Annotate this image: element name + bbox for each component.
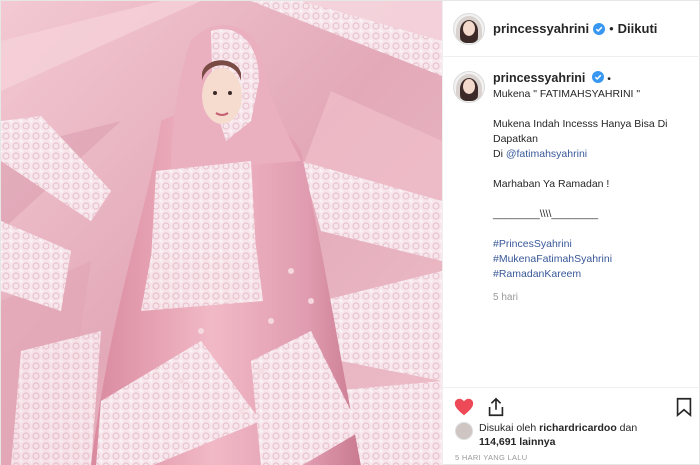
likes-summary: Disukai oleh richardricardoo dan 114,691… xyxy=(455,421,695,449)
caption-line: Mukena Indah Incesss Hanya Bisa Di xyxy=(493,118,668,130)
photo-illustration xyxy=(1,1,442,465)
likes-count[interactable]: 114,691 lainnya xyxy=(479,436,555,448)
caption-line-mention: Di @fatimahsyahrini xyxy=(493,147,693,162)
mention-link[interactable]: @fatimahsyahrini xyxy=(506,148,587,160)
likes-text: Disukai oleh richardricardoo dan 114,691… xyxy=(479,421,695,449)
author-avatar[interactable] xyxy=(453,12,485,45)
caption-time[interactable]: 5 hari xyxy=(493,290,693,305)
caption-di: Di xyxy=(493,148,503,160)
caption-line: Marhaban Ya Ramadan ! xyxy=(493,178,610,190)
post-timestamp[interactable]: 5 HARI YANG LALU xyxy=(455,453,527,462)
header-separator: • xyxy=(609,21,614,36)
share-icon[interactable] xyxy=(485,396,507,418)
caption-line: Dapatkan xyxy=(493,133,538,145)
caption-line: Mukena " FATIMAHSYAHRINI " xyxy=(493,88,641,100)
likes-conj: dan xyxy=(619,422,638,434)
caption: princessyahrini • Mukena " FATIMAHSYAHRI… xyxy=(453,71,693,305)
post-photo[interactable] xyxy=(1,1,442,465)
liker-username[interactable]: richardricardoo xyxy=(539,422,617,434)
post-header: princessyahrini • Diikuti xyxy=(443,1,700,57)
hashtag-link[interactable]: #MukenaFatimahSyahrini xyxy=(493,252,693,267)
caption-username[interactable]: princessyahrini xyxy=(493,71,585,85)
bookmark-icon[interactable] xyxy=(673,396,695,418)
verified-badge-icon xyxy=(593,22,606,35)
post-sidebar: princessyahrini • Diikuti princessyahrin… xyxy=(442,1,700,465)
caption-avatar[interactable] xyxy=(453,71,485,103)
hashtag-link[interactable]: #RamadanKareem xyxy=(493,267,693,282)
verified-badge-icon xyxy=(592,71,605,83)
caption-separator: • xyxy=(607,73,611,85)
action-bar xyxy=(443,387,700,423)
instagram-post: princessyahrini • Diikuti princessyahrin… xyxy=(0,0,700,465)
follow-status-button[interactable]: Diikuti xyxy=(618,21,658,36)
liker-avatar[interactable] xyxy=(455,422,473,440)
hashtag-link[interactable]: #PrincesSyahrini xyxy=(493,237,693,252)
caption-divider: ________\\\\________ xyxy=(493,208,599,220)
author-username[interactable]: princessyahrini xyxy=(493,21,589,36)
likes-prefix: Disukai oleh xyxy=(479,422,537,434)
heart-icon[interactable] xyxy=(453,396,475,418)
